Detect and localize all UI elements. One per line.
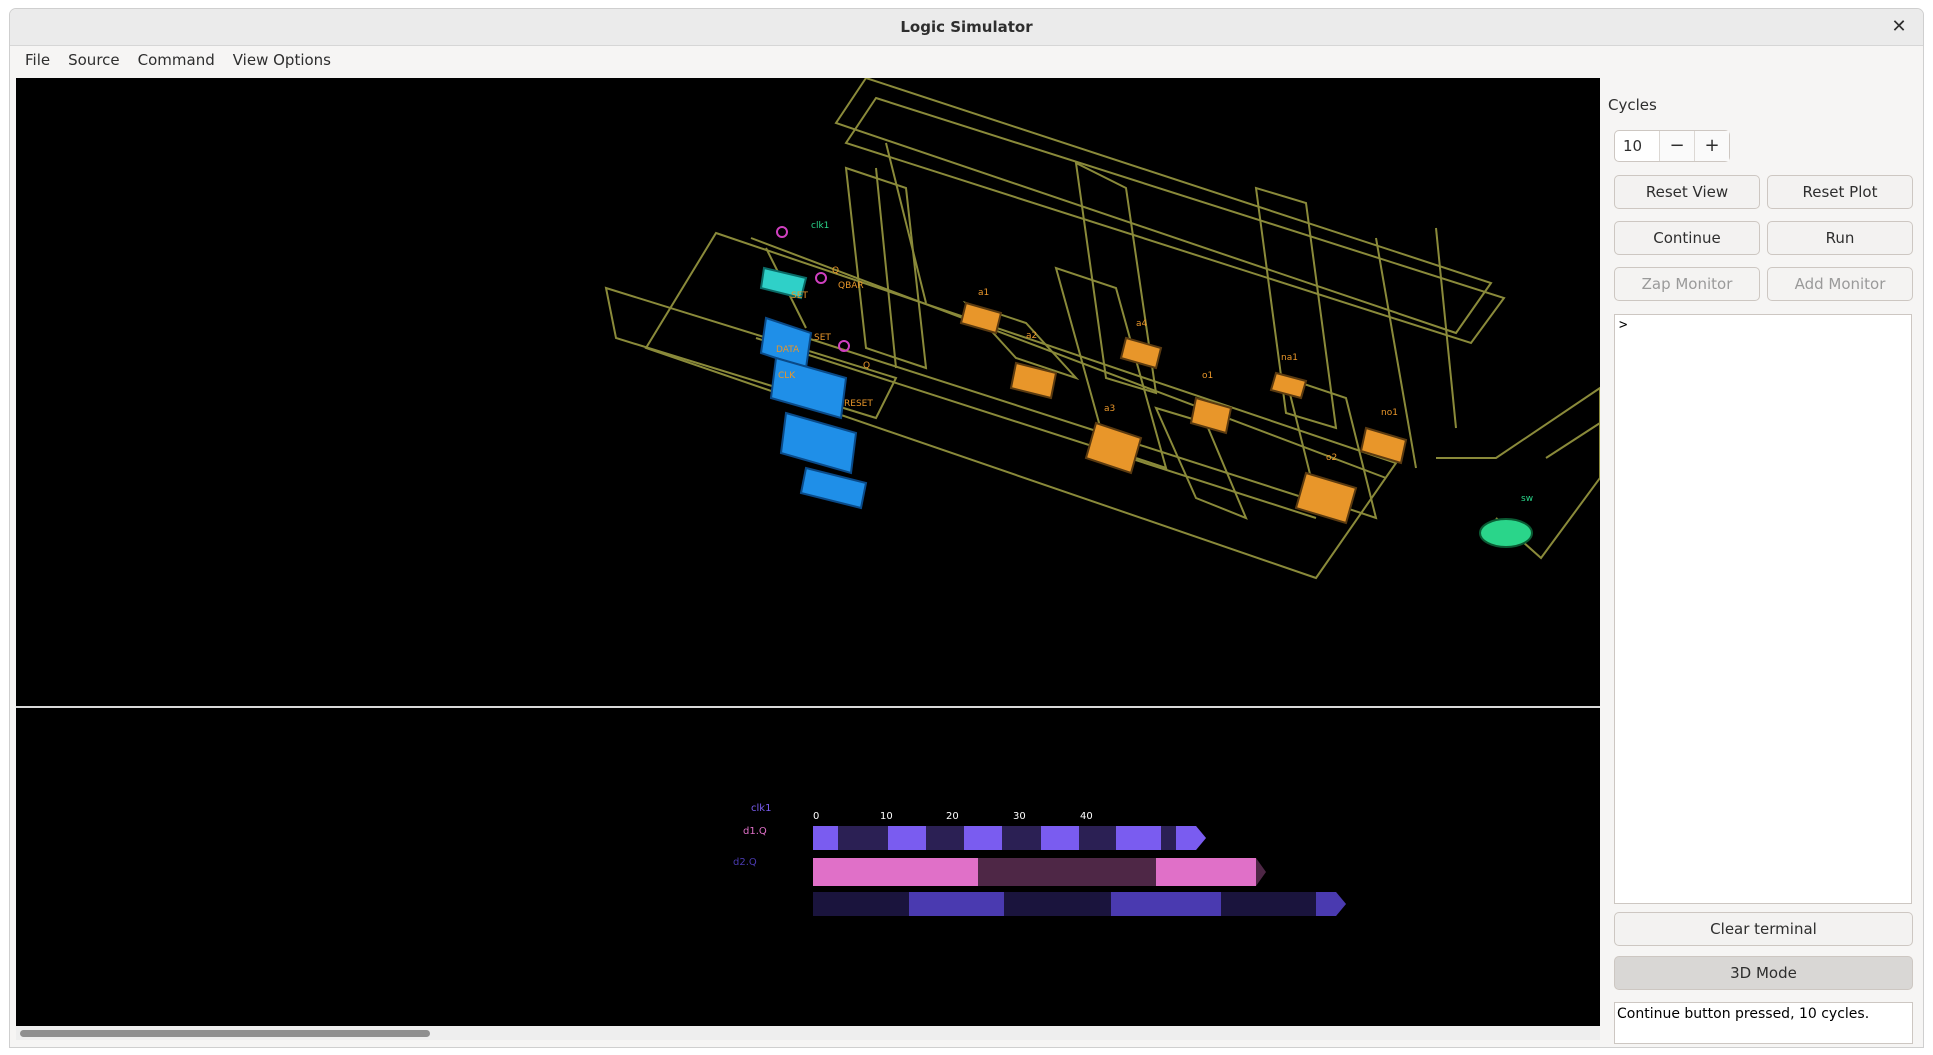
reset-view-button[interactable]: Reset View — [1614, 175, 1760, 209]
trace-pulse — [1116, 826, 1161, 850]
signal-label-d1q: d1.Q — [743, 826, 767, 837]
menu-source[interactable]: Source — [59, 51, 129, 69]
signal-plot: clk1 d1.Q d2.Q 0 10 20 30 40 — [733, 803, 1346, 916]
time-axis: 0 10 20 30 40 — [813, 811, 1093, 822]
add-monitor-button[interactable]: Add Monitor — [1767, 267, 1913, 301]
trace-body — [813, 892, 1346, 916]
gate-a1 — [959, 301, 1003, 335]
label-q: Q — [863, 361, 870, 371]
tick-label: 20 — [946, 811, 959, 822]
gate-a4 — [1119, 336, 1163, 370]
trace-d2q — [813, 892, 1346, 916]
run-button[interactable]: Run — [1767, 221, 1913, 255]
scrollbar-thumb[interactable] — [20, 1030, 430, 1037]
label-clk1: clk1 — [811, 221, 829, 231]
dtype-block — [779, 411, 858, 475]
trace-clk1 — [813, 826, 1206, 850]
gate-na1 — [1269, 371, 1308, 400]
label-a1: a1 — [978, 288, 989, 298]
label-a3: a3 — [1104, 404, 1115, 414]
pin — [776, 226, 788, 238]
increment-button[interactable]: + — [1694, 131, 1729, 161]
circuit-3d-canvas[interactable]: clk1 SET Q QBAR DATA SET Q RESET CLK a1 … — [16, 78, 1600, 706]
tick-label: 10 — [880, 811, 893, 822]
trace-end — [1176, 826, 1206, 850]
wire — [875, 167, 897, 369]
label-sw: sw — [1521, 494, 1533, 504]
app-window: Logic Simulator ✕ File Source Command Vi… — [9, 8, 1924, 1048]
status-message: Continue button pressed, 10 cycles. — [1614, 1002, 1913, 1044]
label-na1: na1 — [1281, 353, 1298, 363]
label-reset: RESET — [844, 399, 873, 409]
zap-monitor-button[interactable]: Zap Monitor — [1614, 267, 1760, 301]
trace-high — [1111, 892, 1221, 916]
trace-d1q — [813, 858, 1266, 886]
reset-plot-button[interactable]: Reset Plot — [1767, 175, 1913, 209]
continue-button[interactable]: Continue — [1614, 221, 1760, 255]
trace-high — [909, 892, 1004, 916]
label-clk: CLK — [778, 371, 796, 381]
menu-bar: File Source Command View Options — [10, 46, 1923, 74]
trace-pulse — [888, 826, 926, 850]
tick-label: 0 — [813, 811, 819, 822]
label-set: SET — [791, 291, 808, 301]
trace-end — [1316, 892, 1346, 916]
tick-label: 40 — [1080, 811, 1093, 822]
gate-no1 — [1359, 426, 1408, 465]
label-no1: no1 — [1381, 408, 1398, 418]
signal-label-clk1: clk1 — [751, 803, 771, 814]
dtype-block — [799, 466, 868, 510]
title-bar: Logic Simulator ✕ — [10, 9, 1923, 46]
signal-label-d2q: d2.Q — [733, 857, 757, 868]
control-sidebar: Cycles 10 − + Reset View Reset Plot Cont… — [1608, 78, 1918, 1044]
window-title: Logic Simulator — [900, 18, 1033, 36]
signal-labels: clk1 d1.Q d2.Q — [733, 803, 771, 868]
wire — [1436, 386, 1600, 478]
label-data: DATA — [776, 345, 800, 355]
trace-pulse — [813, 826, 838, 850]
wire-loop — [844, 96, 1506, 345]
dtype-devices — [759, 266, 868, 510]
horizontal-scrollbar[interactable] — [16, 1026, 1600, 1040]
terminal-output[interactable]: > — [1614, 314, 1912, 904]
cycles-label: Cycles — [1608, 96, 1657, 114]
label-o2: o2 — [1326, 453, 1337, 463]
circuit-3d-scene: clk1 SET Q QBAR DATA SET Q RESET CLK a1 … — [604, 78, 1600, 580]
3d-mode-button[interactable]: 3D Mode — [1614, 956, 1913, 990]
label-set: SET — [814, 333, 831, 343]
wire-loop — [644, 231, 1398, 580]
close-icon[interactable]: ✕ — [1889, 17, 1909, 37]
wire-frames — [604, 78, 1600, 580]
trace-high — [1156, 858, 1256, 886]
tick-label: 30 — [1013, 811, 1026, 822]
label-o1: o1 — [1202, 371, 1213, 381]
label-a2: a2 — [1026, 331, 1037, 341]
menu-command[interactable]: Command — [129, 51, 224, 69]
trace-high — [813, 858, 978, 886]
cycles-spinner[interactable]: 10 − + — [1614, 130, 1730, 162]
dtype-block — [769, 356, 848, 420]
gate-a3 — [1084, 421, 1143, 475]
menu-view-options[interactable]: View Options — [224, 51, 340, 69]
signal-plot-canvas[interactable]: clk1 d1.Q d2.Q 0 10 20 30 40 — [16, 708, 1600, 1026]
trace-pulse — [964, 826, 1002, 850]
label-a4: a4 — [1136, 319, 1148, 329]
trace-pulse — [1041, 826, 1079, 850]
label-qbar: QBAR — [838, 281, 864, 291]
clear-terminal-button[interactable]: Clear terminal — [1614, 912, 1913, 946]
wire — [1545, 422, 1600, 459]
cycles-value[interactable]: 10 — [1615, 131, 1659, 161]
menu-file[interactable]: File — [16, 51, 59, 69]
pin — [815, 272, 827, 284]
switch-sw — [1479, 518, 1533, 548]
label-q: Q — [832, 266, 839, 276]
decrement-button[interactable]: − — [1659, 131, 1694, 161]
gate-o1 — [1189, 396, 1233, 435]
